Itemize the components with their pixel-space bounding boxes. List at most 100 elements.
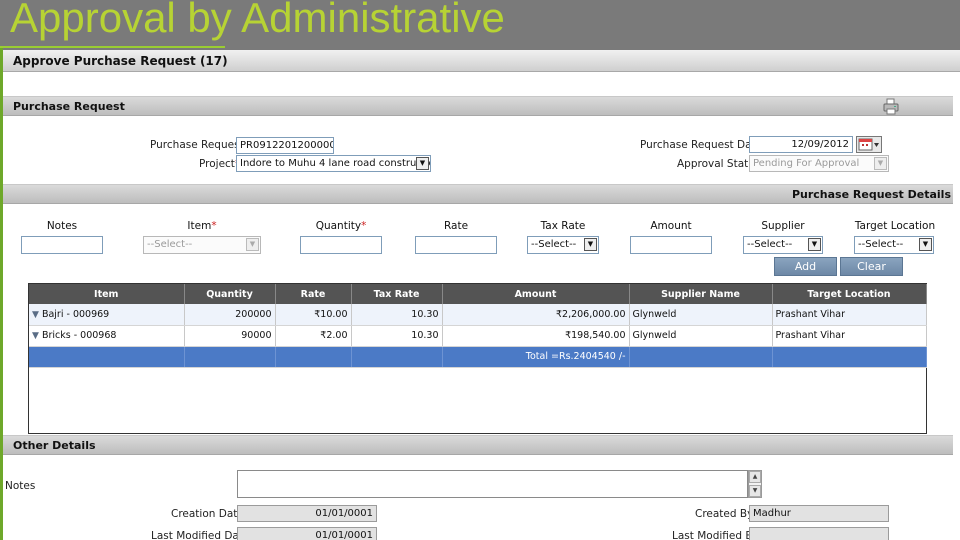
- amount-input[interactable]: [630, 236, 712, 254]
- project-label-text: Project: [199, 158, 235, 170]
- last-modified-by-label: Last Modified By: [672, 530, 759, 540]
- created-by-field: Madhur: [749, 505, 889, 522]
- section-title: Purchase Request Details: [791, 188, 951, 201]
- table-row[interactable]: ▼ Bajri - 000969 200000 ₹10.00 10.30 ₹2,…: [29, 304, 927, 326]
- app-window: Approve Purchase Request (17) Purchase R…: [3, 50, 960, 540]
- scroll-up-icon[interactable]: ▲: [749, 471, 761, 483]
- section-request-details: Purchase Request Details: [3, 184, 953, 204]
- grid-cell-amount: ₹198,540.00: [442, 325, 630, 347]
- other-notes-textarea[interactable]: [237, 470, 748, 498]
- section-title: Other Details: [13, 439, 96, 452]
- supplier-select[interactable]: --Select-- ▼: [743, 236, 823, 254]
- approval-status-label: Approval Status: [677, 158, 761, 170]
- rate-input[interactable]: [415, 236, 497, 254]
- grid-col-tax-rate[interactable]: Tax Rate: [351, 284, 443, 304]
- chevron-down-icon[interactable]: ▼: [919, 238, 932, 251]
- tax-rate-select[interactable]: --Select-- ▼: [527, 236, 599, 254]
- add-button[interactable]: Add: [774, 257, 837, 276]
- scroll-down-icon[interactable]: ▼: [749, 485, 761, 497]
- clear-button[interactable]: Clear: [840, 257, 903, 276]
- creation-date-field: 01/01/0001: [237, 505, 377, 522]
- grid-col-supplier[interactable]: Supplier Name: [629, 284, 773, 304]
- grid-cell-tax-rate: 10.30: [351, 325, 443, 347]
- creation-date-label: Creation Date: [171, 508, 244, 520]
- grid-cell-location: Prashant Vihar: [772, 325, 927, 347]
- grid-total-amount: Total =Rs.2404540 /-: [442, 346, 630, 368]
- project-select-value: Indore to Muhu 4 lane road construction: [240, 158, 431, 169]
- chevron-down-icon[interactable]: ▼: [584, 238, 597, 251]
- chevron-down-icon: ▼: [874, 157, 887, 170]
- target-location-select[interactable]: --Select-- ▼: [854, 236, 934, 254]
- chevron-down-icon[interactable]: ▼: [808, 238, 821, 251]
- target-location-header: Target Location: [854, 220, 936, 232]
- approval-status-value: Pending For Approval: [753, 158, 860, 169]
- quantity-input[interactable]: [300, 236, 382, 254]
- section-purchase-request: Purchase Request: [3, 96, 953, 116]
- grid-header-row: Item Quantity Rate Tax Rate Amount Suppl…: [29, 284, 927, 304]
- rate-header: Rate: [443, 220, 469, 232]
- pr-date-label-text: Purchase Request Date: [640, 139, 763, 151]
- grid-cell-empty: [29, 346, 185, 368]
- calendar-icon: [858, 138, 879, 151]
- edit-row-icon[interactable]: ▼: [32, 331, 39, 341]
- grid-cell-tax-rate: 10.30: [351, 304, 443, 326]
- section-other-details: Other Details: [3, 435, 953, 455]
- target-location-select-value: --Select--: [858, 239, 904, 250]
- grid-col-rate[interactable]: Rate: [275, 284, 352, 304]
- created-by-label: Created By: [695, 508, 754, 520]
- notes-input[interactable]: [21, 236, 103, 254]
- quantity-header-text: Quantity: [315, 220, 362, 232]
- grid-cell-empty: [629, 346, 773, 368]
- project-label: Project*: [199, 158, 240, 170]
- grid-cell-empty: [351, 346, 443, 368]
- required-mark: *: [211, 220, 217, 232]
- total-row: Total =Rs.2404540 /-: [29, 346, 927, 368]
- grid-cell-rate: ₹2.00: [275, 325, 352, 347]
- notes-scrollbar[interactable]: ▲ ▼: [748, 470, 762, 498]
- slide-title: Approval by Administrative: [10, 0, 505, 41]
- item-select[interactable]: --Select-- ▼: [143, 236, 261, 254]
- supplier-header: Supplier: [761, 220, 805, 232]
- grid-cell-rate: ₹10.00: [275, 304, 352, 326]
- table-row[interactable]: ▼ Bricks - 000968 90000 ₹2.00 10.30 ₹198…: [29, 325, 927, 347]
- cell-text: Bajri - 000969: [41, 308, 110, 320]
- pr-date-field[interactable]: 12/09/2012: [749, 136, 853, 153]
- edit-row-icon[interactable]: ▼: [32, 310, 39, 320]
- grid-cell-item: ▼ Bricks - 000968: [29, 325, 185, 347]
- grid-col-quantity[interactable]: Quantity: [184, 284, 276, 304]
- chevron-down-icon[interactable]: ▼: [246, 238, 259, 251]
- grid-cell-quantity: 200000: [184, 304, 276, 326]
- pr-number-field[interactable]: PR0912201200000001: [236, 137, 334, 154]
- grid-cell-quantity: 90000: [184, 325, 276, 347]
- grid-cell-empty: [772, 346, 927, 368]
- calendar-button[interactable]: [856, 136, 882, 153]
- grid-cell-empty: [275, 346, 352, 368]
- item-header: Item*: [143, 220, 261, 232]
- supplier-select-value: --Select--: [747, 239, 793, 250]
- grid-col-location[interactable]: Target Location: [772, 284, 927, 304]
- amount-header: Amount: [650, 220, 692, 232]
- grid-cell-location: Prashant Vihar: [772, 304, 927, 326]
- cell-text: Bricks - 000968: [41, 330, 117, 341]
- grid-cell-supplier: Glynweld: [629, 304, 773, 326]
- item-select-value: --Select--: [147, 239, 193, 250]
- other-notes-label: Notes: [5, 480, 36, 492]
- item-header-text: Item: [187, 220, 212, 232]
- page-title: Approve Purchase Request (17): [3, 50, 960, 72]
- items-grid: Item Quantity Rate Tax Rate Amount Suppl…: [28, 283, 927, 434]
- section-title: Purchase Request: [13, 100, 125, 113]
- last-modified-date-label: Last Modified Date: [151, 530, 250, 540]
- grid-cell-empty: [184, 346, 276, 368]
- approval-status-select: Pending For Approval ▼: [749, 155, 889, 172]
- project-select[interactable]: Indore to Muhu 4 lane road construction …: [236, 155, 431, 172]
- grid-cell-amount: ₹2,206,000.00: [442, 304, 630, 326]
- required-mark: *: [361, 220, 367, 232]
- tax-rate-header: Tax Rate: [540, 220, 586, 232]
- grid-cell-item: ▼ Bajri - 000969: [29, 304, 185, 326]
- printer-icon[interactable]: [881, 98, 901, 116]
- grid-col-item[interactable]: Item: [29, 284, 185, 304]
- title-underline: [0, 46, 225, 48]
- grid-col-amount[interactable]: Amount: [442, 284, 630, 304]
- last-modified-date-field: 01/01/0001: [237, 527, 377, 540]
- chevron-down-icon[interactable]: ▼: [416, 157, 429, 170]
